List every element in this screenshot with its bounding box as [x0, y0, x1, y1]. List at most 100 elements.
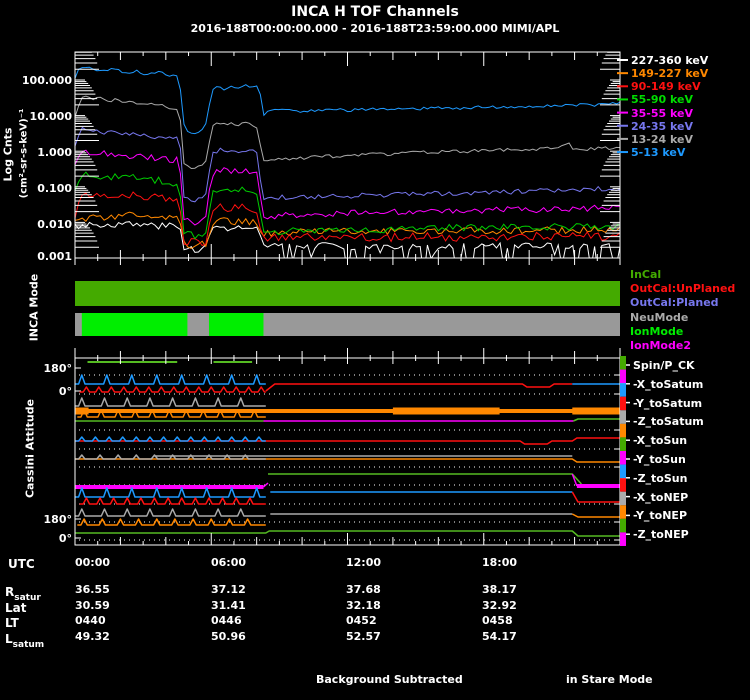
ephemeris-value: 54.17: [482, 630, 517, 643]
legend-item-ionmode: IonMode: [630, 325, 683, 338]
utc-value: 06:00: [211, 556, 246, 569]
attitude-trace: [268, 474, 581, 484]
row-label-subscript: satum: [13, 640, 45, 650]
series-55-90-kev: [75, 172, 620, 239]
attitude-color-key-segment: [620, 437, 626, 451]
ephemeris-value: 38.17: [482, 583, 517, 596]
attitude-trace: [80, 498, 266, 504]
attitude-color-key-segment: [620, 519, 626, 533]
ephemeris-value: 52.57: [346, 630, 381, 643]
legend-item-35-55-kev: 35-55 keV: [631, 107, 693, 120]
legend-item--z-tosatum: -Z_toSatum: [633, 415, 704, 428]
row-label-r: Rsatur: [5, 585, 41, 599]
attitude-trace: [75, 459, 620, 462]
legend-item--y-tonep: -Y_toNEP: [633, 509, 687, 522]
background-subtracted-caption: Background Subtracted: [316, 673, 463, 686]
page-title: INCA H TOF Channels: [0, 4, 750, 20]
utc-value: 18:00: [482, 556, 517, 569]
attitude-trace: [75, 488, 266, 497]
attitude-color-key-segment: [620, 397, 626, 411]
series-5-13-kev: [75, 67, 620, 133]
ephemeris-value: 49.32: [75, 630, 110, 643]
utc-value: 00:00: [75, 556, 110, 569]
log-tick-label: 0.100: [2, 182, 72, 195]
attitude-trace: [75, 398, 266, 406]
legend-item-227-360-kev: 227-360 keV: [631, 54, 708, 67]
row-label-lat: Lat: [5, 601, 26, 615]
legend-item--z-tonep: -Z_toNEP: [633, 528, 689, 541]
ephemeris-value: 0458: [482, 614, 513, 627]
degree-tick-label: 180°: [32, 513, 72, 526]
legend-item--y-tosun: -Y_toSun: [633, 453, 686, 466]
series-24-35-kev: [75, 128, 620, 202]
mode-segment-ionmode: [82, 313, 188, 336]
series-90-149-kev: [75, 192, 620, 246]
attitude-color-key-segment: [620, 465, 626, 479]
attitude-panel-frame: [75, 358, 620, 545]
ephemeris-value: 0446: [211, 614, 242, 627]
attitude-color-key-segment: [620, 492, 626, 506]
time-range-subtitle: 2016-188T00:00:00.000 - 2016-188T23:59:0…: [0, 22, 750, 35]
mode-segment-ionmode: [209, 313, 264, 336]
attitude-color-key-segment: [620, 383, 626, 397]
ephemeris-value: 50.96: [211, 630, 246, 643]
log-tick-label: 10.000: [2, 110, 72, 123]
ephemeris-value: 32.92: [482, 599, 517, 612]
utc-row-label: UTC: [8, 557, 35, 571]
legend-item-149-227-kev: 149-227 keV: [631, 67, 708, 80]
ephemeris-value: 31.41: [211, 599, 246, 612]
stare-mode-caption: in Stare Mode: [566, 673, 653, 686]
ephemeris-value: 32.18: [346, 599, 381, 612]
legend-item-24-35-kev: 24-35 keV: [631, 120, 693, 133]
attitude-color-key-segment: [620, 424, 626, 438]
legend-item-ionmode2: IonMode2: [630, 339, 691, 352]
row-label-l: Lsatum: [5, 632, 44, 646]
ephemeris-value: 30.59: [75, 599, 110, 612]
legend-item--y-tosatum: -Y_toSatum: [633, 397, 702, 410]
attitude-trace: [573, 419, 620, 421]
ephemeris-value: 0440: [75, 614, 106, 627]
attitude-trace: [572, 492, 620, 502]
attitude-trace: [75, 437, 266, 441]
row-label-lt: LT: [5, 616, 19, 630]
inca-mode-panel-label: INCA Mode: [28, 248, 41, 368]
legend-item--x-tosatum: -X_toSatum: [633, 378, 703, 391]
attitude-trace: [266, 384, 573, 391]
legend-item-55-90-kev: 55-90 keV: [631, 93, 693, 106]
degree-tick-label: 0°: [32, 532, 72, 545]
legend-item-5-13-kev: 5-13 keV: [631, 146, 685, 159]
legend-item-outcal-unplaned: OutCal:UnPlaned: [630, 282, 735, 295]
degree-tick-label: 0°: [32, 385, 72, 398]
legend-item-neumode: NeuMode: [630, 311, 688, 324]
ephemeris-value: 0452: [346, 614, 377, 627]
attitude-trace: [80, 387, 266, 392]
attitude-trace: [572, 514, 620, 517]
legend-item-90-149-kev: 90-149 keV: [631, 80, 701, 93]
legend-item-outcal-planed: OutCal:Planed: [630, 296, 719, 309]
attitude-color-key-segment: [620, 478, 626, 492]
log-tick-label: 1.000: [2, 146, 72, 159]
legend-item--z-tosun: -Z_toSun: [633, 472, 687, 485]
log-tick-label: 0.001: [2, 250, 72, 263]
ephemeris-value: 37.12: [211, 583, 246, 596]
attitude-color-key-segment: [620, 370, 626, 384]
degree-tick-label: 180°: [32, 362, 72, 375]
utc-value: 12:00: [346, 556, 381, 569]
series-149-227-kev: [75, 212, 620, 248]
legend-item--x-tosun: -X_toSun: [633, 434, 687, 447]
attitude-color-key-segment: [620, 451, 626, 465]
ephemeris-value: 37.68: [346, 583, 381, 596]
plot-screen: INCA H TOF Channels 2016-188T00:00:00.00…: [0, 0, 750, 700]
legend-item--x-tonep: -X_toNEP: [633, 491, 688, 504]
attitude-trace: [75, 375, 266, 384]
legend-item-13-24-kev: 13-24 keV: [631, 133, 693, 146]
series-35-55-kev: [75, 150, 620, 225]
attitude-color-key-segment: [620, 410, 626, 424]
mode-bar-incal: [75, 281, 620, 306]
log-tick-label: 0.010: [2, 218, 72, 231]
attitude-color-key-segment: [620, 356, 626, 370]
log-tick-label: 100.000: [2, 74, 72, 87]
attitude-color-key-segment: [620, 505, 626, 519]
legend-item-incal: InCal: [630, 268, 661, 281]
attitude-color-key-segment: [620, 532, 626, 546]
